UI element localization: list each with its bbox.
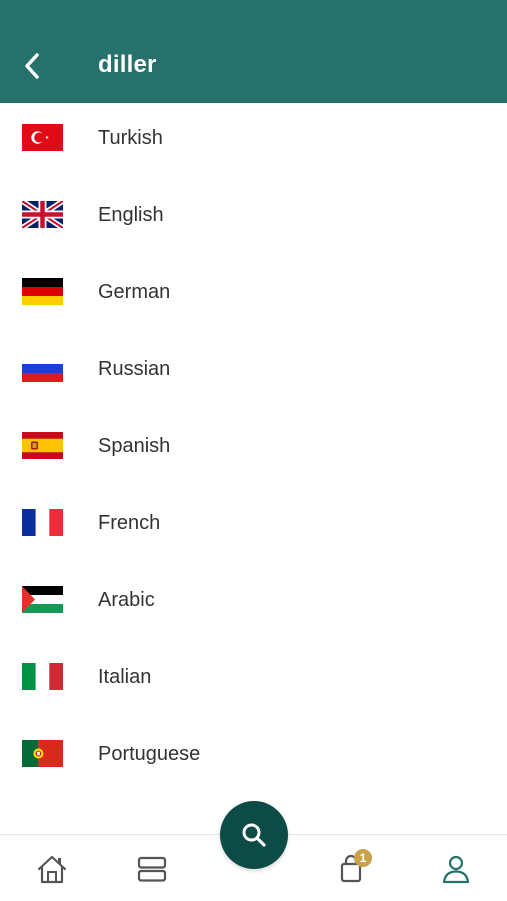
search-fab-button[interactable]: [220, 801, 288, 869]
language-label: Spanish: [98, 435, 171, 457]
list-icon: [137, 856, 167, 882]
language-item-portuguese[interactable]: Portuguese: [0, 719, 507, 796]
back-button[interactable]: [14, 46, 50, 86]
language-label: French: [98, 512, 161, 534]
language-item-german[interactable]: German: [0, 257, 507, 334]
france-flag-icon: [22, 509, 63, 536]
uk-flag-icon: [22, 201, 63, 228]
chevron-left-icon: [25, 53, 39, 79]
language-label: Russian: [98, 358, 171, 380]
app-header: diller: [0, 0, 507, 103]
italy-flag-icon: [22, 663, 63, 690]
arabic-flag-icon: [22, 586, 63, 613]
spain-flag-icon: [22, 432, 63, 459]
language-list: Turkish English German Russian Spanish F…: [0, 103, 507, 796]
language-item-arabic[interactable]: Arabic: [0, 565, 507, 642]
nav-profile-button[interactable]: [436, 849, 476, 889]
language-item-turkish[interactable]: Turkish: [0, 103, 507, 180]
page-title: diller: [98, 51, 157, 78]
home-icon: [37, 855, 67, 884]
language-label: Turkish: [98, 127, 163, 149]
portugal-flag-icon: [22, 740, 63, 767]
user-icon: [442, 855, 470, 884]
language-label: English: [98, 204, 164, 226]
language-item-spanish[interactable]: Spanish: [0, 411, 507, 488]
nav-home-button[interactable]: [32, 849, 72, 889]
russia-flag-icon: [22, 355, 63, 382]
turkey-flag-icon: [22, 124, 63, 151]
language-label: German: [98, 281, 171, 303]
language-item-english[interactable]: English: [0, 180, 507, 257]
nav-categories-button[interactable]: [132, 849, 172, 889]
language-item-russian[interactable]: Russian: [0, 334, 507, 411]
cart-count-badge: 1: [354, 849, 372, 867]
language-label: Arabic: [98, 589, 155, 611]
search-icon: [242, 823, 266, 847]
language-item-french[interactable]: French: [0, 488, 507, 565]
language-label: Italian: [98, 666, 152, 688]
language-item-italian[interactable]: Italian: [0, 642, 507, 719]
language-label: Portuguese: [98, 743, 201, 765]
germany-flag-icon: [22, 278, 63, 305]
